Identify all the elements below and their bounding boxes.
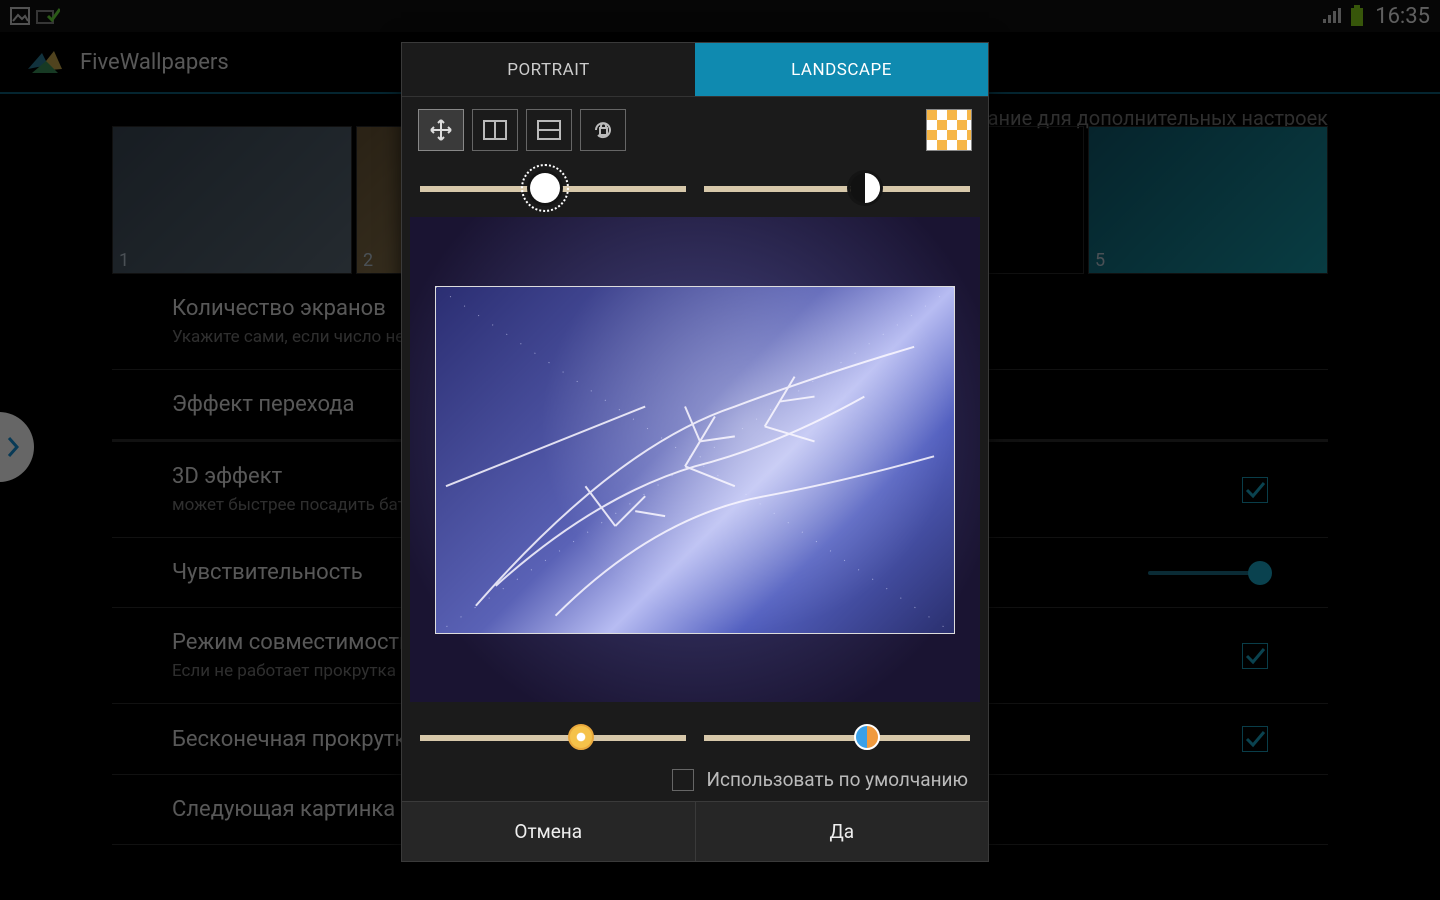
tool-move-icon[interactable] [418, 109, 464, 151]
dialog-buttons: Отмена Да [402, 801, 988, 861]
cancel-button[interactable]: Отмена [402, 802, 695, 861]
default-label: Использовать по умолчанию [706, 768, 968, 791]
tool-row [402, 97, 988, 157]
tool-split-v-icon[interactable] [472, 109, 518, 151]
bottom-sliders [402, 706, 988, 760]
crop-frame[interactable] [435, 286, 955, 634]
contrast-slider[interactable] [704, 173, 970, 203]
preview-area[interactable] [402, 211, 988, 706]
tab-landscape[interactable]: LANDSCAPE [695, 43, 988, 96]
brightness-slider[interactable] [420, 173, 686, 203]
checkbox-default[interactable] [672, 769, 694, 791]
tool-color-icon[interactable] [926, 109, 972, 151]
orientation-tabs: PORTRAIT LANDSCAPE [402, 43, 988, 97]
wallpaper-edit-dialog: PORTRAIT LANDSCAPE [401, 42, 989, 862]
tool-split-h-icon[interactable] [526, 109, 572, 151]
default-row: Использовать по умолчанию [402, 760, 988, 801]
warmth-slider[interactable] [420, 722, 686, 752]
top-sliders [402, 157, 988, 211]
ok-button[interactable]: Да [695, 802, 989, 861]
tool-lock-rotate-icon[interactable] [580, 109, 626, 151]
frost-image [436, 287, 954, 634]
tab-portrait[interactable]: PORTRAIT [402, 43, 695, 96]
tint-slider[interactable] [704, 722, 970, 752]
